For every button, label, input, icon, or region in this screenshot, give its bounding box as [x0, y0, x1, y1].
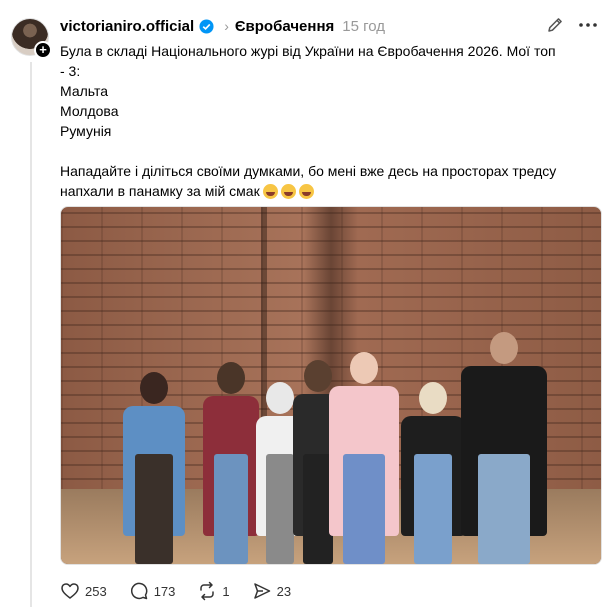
post-text-line: Була в складі Національного журі від Укр… [60, 43, 556, 59]
share-count: 23 [276, 583, 292, 599]
post-text-line: - 3: [60, 63, 81, 79]
post-text-line: Мальта [60, 83, 109, 99]
share-button[interactable]: 23 [252, 581, 291, 601]
photo-person [329, 352, 399, 564]
heart-icon [61, 583, 79, 599]
follow-plus-button[interactable]: + [34, 41, 52, 59]
laughing-emoji-icon [280, 184, 296, 199]
post-text-line: Румунія [60, 123, 112, 139]
thread-line [30, 62, 32, 607]
post-text-line: Молдова [60, 103, 119, 119]
photo-person [123, 372, 185, 564]
username[interactable]: victorianiro.official [60, 18, 194, 35]
repost-icon [200, 581, 215, 601]
post-text-line-emoji: напхали в панамку за мій смак [60, 181, 600, 201]
post-header: victorianiro.official › Євробачення 15 г… [60, 16, 385, 36]
photo-person [461, 332, 547, 564]
post-actions: 253 173 1 23 [60, 580, 313, 602]
laughing-emoji-icon [298, 184, 314, 199]
chevron-right-icon: › [224, 18, 229, 34]
reply-count: 173 [153, 583, 176, 599]
repost-count: 1 [222, 583, 230, 599]
community-link[interactable]: Євробачення [235, 18, 334, 35]
comment-icon [130, 582, 148, 600]
post-body: Була в складі Національного журі від Укр… [60, 41, 600, 201]
verified-badge-icon [199, 18, 214, 34]
more-horizontal-icon[interactable] [576, 16, 600, 34]
photo-person [401, 382, 465, 564]
edit-pencil-icon[interactable] [546, 16, 564, 34]
post-timestamp: 15 год [342, 17, 386, 35]
like-button[interactable]: 253 [60, 581, 107, 601]
post-text-fragment: напхали в панамку за мій смак [60, 183, 260, 199]
repost-button[interactable]: 1 [197, 581, 230, 601]
like-count: 253 [85, 583, 107, 599]
post-text-line: Нападайте і діліться своїми думками, бо … [60, 163, 557, 179]
share-send-icon [253, 583, 270, 599]
laughing-emoji-icon [262, 184, 278, 199]
post-photo[interactable] [60, 206, 602, 565]
reply-button[interactable]: 173 [129, 581, 176, 601]
photo-person [203, 362, 259, 564]
